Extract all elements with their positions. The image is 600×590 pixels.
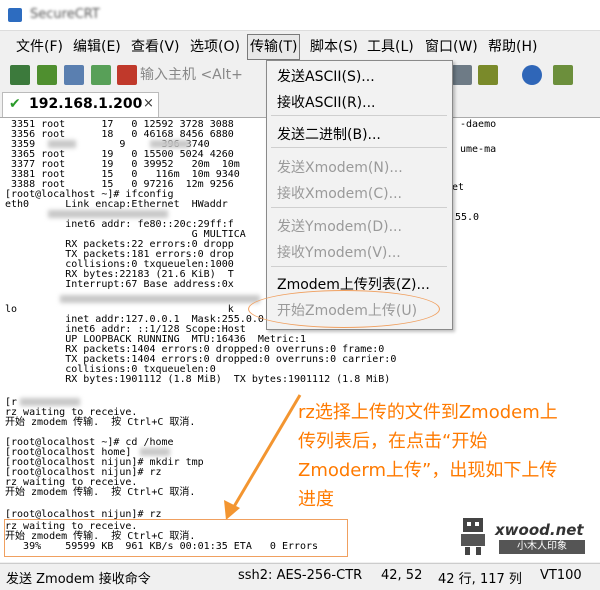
terminal-line: 开始 zmodem 传输. 按 Ctrl+C 取消. [5,417,196,428]
menu-bar: 文件(F) 编辑(E) 查看(V) 选项(O) 传输(T) 脚本(S) 工具(L… [0,34,600,60]
status-message: 发送 Zmodem 接收命令 [6,572,151,587]
menu-separator [271,207,447,208]
menu-send-ymodem: 发送Ymodem(D)... [277,219,402,235]
address-input[interactable]: 输入主机 <Alt+ [140,64,243,84]
menu-file[interactable]: 文件(F) [14,34,65,60]
watermark-site: xwood.net [495,521,584,539]
redaction [48,140,76,148]
redaction [48,210,168,218]
menu-tools[interactable]: 工具(L) [365,34,416,60]
menu-transfer[interactable]: 传输(T) [247,34,301,60]
menu-send-xmodem: 发送Xmodem(N)... [277,160,403,176]
menu-send-binary[interactable]: 发送二进制(B)... [277,124,381,144]
menu-window[interactable]: 窗口(W) [423,34,480,60]
redaction [20,398,80,406]
menu-edit[interactable]: 编辑(E) [71,34,123,60]
watermark-logo: xwood.net 小木人印象 [455,515,595,557]
menu-view[interactable]: 查看(V) [129,34,182,60]
session-log-icon[interactable] [553,65,573,85]
terminal-line: 开始 zmodem 传输. 按 Ctrl+C 取消. [5,487,196,498]
annotation-line-4: 进度 [298,489,334,510]
robot-logo-icon [461,518,485,555]
terminal-fragment: et [452,182,465,193]
watermark-label: 小木人印象 [499,540,585,554]
disconnect-icon[interactable] [117,65,137,85]
status-cursor: 42, 52 [381,568,423,583]
terminal-line: Interrupt:67 Base address:0x [5,279,234,290]
menu-receive-ascii[interactable]: 接收ASCII(R)... [277,92,376,112]
keymap-icon[interactable] [478,65,498,85]
redaction [150,140,190,148]
terminal-fragment: ume-ma [460,144,497,155]
terminal-line: eth0 Link encap:Ethernet HWaddr [5,199,228,210]
highlight-ellipse [248,290,440,328]
menu-separator [271,115,447,116]
menu-send-ascii[interactable]: 发送ASCII(S)... [277,66,375,86]
redaction [60,295,260,303]
session-tab-label: 192.168.1.200 [29,96,143,112]
quick-connect-icon[interactable] [37,65,57,85]
window-title: SecureCRT [30,7,100,22]
help-icon[interactable] [522,65,542,85]
redaction [140,448,170,456]
terminal-fragment: -daemo [460,119,497,130]
session-tab[interactable]: ✔ 192.168.1.200 × [2,92,159,117]
terminal-line: RX bytes:1901112 (1.8 MiB) TX bytes:1901… [5,374,391,385]
connect-icon[interactable] [10,65,30,85]
status-bar: 发送 Zmodem 接收命令 ssh2: AES-256-CTR 42, 52 … [0,563,600,590]
menu-receive-ymodem: 接收Ymodem(V)... [277,245,401,261]
connect-tab-icon[interactable] [64,65,84,85]
sftp-icon[interactable] [452,65,472,85]
close-icon[interactable]: × [143,96,154,111]
menu-options[interactable]: 选项(O) [188,34,242,60]
progress-highlight-box [4,519,348,557]
menu-separator [271,266,447,267]
menu-script[interactable]: 脚本(S) [308,34,360,60]
menu-separator [271,147,447,148]
app-icon [8,8,22,22]
reconnect-icon[interactable] [91,65,111,85]
status-size: 42 行, 117 列 [438,572,522,587]
annotation-line-3: Zmoderm上传”，出现如下上传 [298,460,558,481]
terminal-fragment: 55.0 [455,212,480,223]
menu-help[interactable]: 帮助(H) [486,34,539,60]
annotation-line-1: rz选择上传的文件到Zmodem上 [298,402,558,423]
annotation-line-2: 传列表后，在点击“开始 [298,431,488,452]
status-term: VT100 [540,568,582,583]
status-cipher: ssh2: AES-256-CTR [238,568,363,583]
title-bar: SecureCRT [0,0,600,31]
check-icon: ✔ [9,96,21,112]
menu-receive-xmodem: 接收Xmodem(C)... [277,186,402,202]
